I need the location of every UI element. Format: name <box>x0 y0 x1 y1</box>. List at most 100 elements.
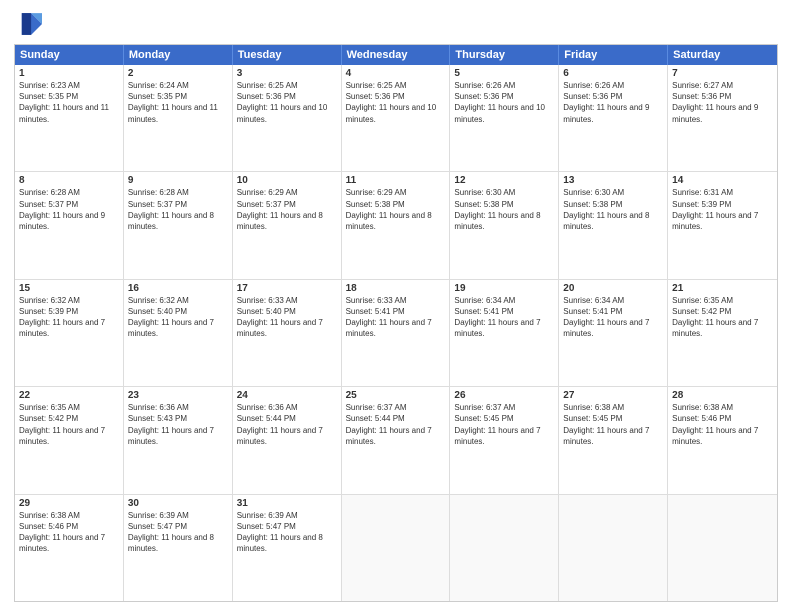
cell-info: Sunrise: 6:34 AMSunset: 5:41 PMDaylight:… <box>454 295 554 340</box>
calendar-cell: 19Sunrise: 6:34 AMSunset: 5:41 PMDayligh… <box>450 280 559 386</box>
calendar-row: 8Sunrise: 6:28 AMSunset: 5:37 PMDaylight… <box>15 172 777 279</box>
day-number: 15 <box>19 283 119 294</box>
calendar-row: 15Sunrise: 6:32 AMSunset: 5:39 PMDayligh… <box>15 280 777 387</box>
cell-info: Sunrise: 6:37 AMSunset: 5:45 PMDaylight:… <box>454 402 554 447</box>
header-tuesday: Tuesday <box>233 45 342 65</box>
cell-info: Sunrise: 6:35 AMSunset: 5:42 PMDaylight:… <box>19 402 119 447</box>
day-number: 6 <box>563 68 663 79</box>
calendar-cell: 13Sunrise: 6:30 AMSunset: 5:38 PMDayligh… <box>559 172 668 278</box>
day-number: 7 <box>672 68 773 79</box>
cell-info: Sunrise: 6:36 AMSunset: 5:44 PMDaylight:… <box>237 402 337 447</box>
day-number: 23 <box>128 390 228 401</box>
day-number: 28 <box>672 390 773 401</box>
calendar-row: 22Sunrise: 6:35 AMSunset: 5:42 PMDayligh… <box>15 387 777 494</box>
cell-info: Sunrise: 6:32 AMSunset: 5:39 PMDaylight:… <box>19 295 119 340</box>
header-saturday: Saturday <box>668 45 777 65</box>
header-monday: Monday <box>124 45 233 65</box>
cell-info: Sunrise: 6:29 AMSunset: 5:38 PMDaylight:… <box>346 187 446 232</box>
cell-info: Sunrise: 6:28 AMSunset: 5:37 PMDaylight:… <box>128 187 228 232</box>
cell-info: Sunrise: 6:30 AMSunset: 5:38 PMDaylight:… <box>454 187 554 232</box>
calendar-cell: 28Sunrise: 6:38 AMSunset: 5:46 PMDayligh… <box>668 387 777 493</box>
header-friday: Friday <box>559 45 668 65</box>
calendar-cell: 16Sunrise: 6:32 AMSunset: 5:40 PMDayligh… <box>124 280 233 386</box>
logo <box>14 10 46 38</box>
day-number: 13 <box>563 175 663 186</box>
calendar-cell: 18Sunrise: 6:33 AMSunset: 5:41 PMDayligh… <box>342 280 451 386</box>
calendar-row: 29Sunrise: 6:38 AMSunset: 5:46 PMDayligh… <box>15 495 777 601</box>
calendar-cell: 1Sunrise: 6:23 AMSunset: 5:35 PMDaylight… <box>15 65 124 171</box>
calendar-cell: 11Sunrise: 6:29 AMSunset: 5:38 PMDayligh… <box>342 172 451 278</box>
calendar-cell: 7Sunrise: 6:27 AMSunset: 5:36 PMDaylight… <box>668 65 777 171</box>
day-number: 14 <box>672 175 773 186</box>
calendar-cell: 8Sunrise: 6:28 AMSunset: 5:37 PMDaylight… <box>15 172 124 278</box>
calendar-header: Sunday Monday Tuesday Wednesday Thursday… <box>15 45 777 65</box>
calendar-cell: 27Sunrise: 6:38 AMSunset: 5:45 PMDayligh… <box>559 387 668 493</box>
calendar-cell: 17Sunrise: 6:33 AMSunset: 5:40 PMDayligh… <box>233 280 342 386</box>
calendar-cell: 21Sunrise: 6:35 AMSunset: 5:42 PMDayligh… <box>668 280 777 386</box>
calendar-cell <box>668 495 777 601</box>
header <box>14 10 778 38</box>
calendar-cell <box>450 495 559 601</box>
cell-info: Sunrise: 6:38 AMSunset: 5:46 PMDaylight:… <box>19 510 119 555</box>
calendar-cell: 15Sunrise: 6:32 AMSunset: 5:39 PMDayligh… <box>15 280 124 386</box>
logo-icon <box>14 10 42 38</box>
header-thursday: Thursday <box>450 45 559 65</box>
cell-info: Sunrise: 6:25 AMSunset: 5:36 PMDaylight:… <box>237 80 337 125</box>
day-number: 4 <box>346 68 446 79</box>
day-number: 17 <box>237 283 337 294</box>
day-number: 3 <box>237 68 337 79</box>
day-number: 11 <box>346 175 446 186</box>
cell-info: Sunrise: 6:33 AMSunset: 5:41 PMDaylight:… <box>346 295 446 340</box>
calendar-cell <box>559 495 668 601</box>
calendar-body: 1Sunrise: 6:23 AMSunset: 5:35 PMDaylight… <box>15 65 777 601</box>
cell-info: Sunrise: 6:39 AMSunset: 5:47 PMDaylight:… <box>237 510 337 555</box>
day-number: 18 <box>346 283 446 294</box>
day-number: 2 <box>128 68 228 79</box>
cell-info: Sunrise: 6:32 AMSunset: 5:40 PMDaylight:… <box>128 295 228 340</box>
calendar: Sunday Monday Tuesday Wednesday Thursday… <box>14 44 778 602</box>
calendar-cell: 22Sunrise: 6:35 AMSunset: 5:42 PMDayligh… <box>15 387 124 493</box>
cell-info: Sunrise: 6:26 AMSunset: 5:36 PMDaylight:… <box>454 80 554 125</box>
day-number: 1 <box>19 68 119 79</box>
day-number: 10 <box>237 175 337 186</box>
header-wednesday: Wednesday <box>342 45 451 65</box>
calendar-cell: 6Sunrise: 6:26 AMSunset: 5:36 PMDaylight… <box>559 65 668 171</box>
cell-info: Sunrise: 6:39 AMSunset: 5:47 PMDaylight:… <box>128 510 228 555</box>
day-number: 19 <box>454 283 554 294</box>
cell-info: Sunrise: 6:37 AMSunset: 5:44 PMDaylight:… <box>346 402 446 447</box>
cell-info: Sunrise: 6:25 AMSunset: 5:36 PMDaylight:… <box>346 80 446 125</box>
day-number: 29 <box>19 498 119 509</box>
cell-info: Sunrise: 6:30 AMSunset: 5:38 PMDaylight:… <box>563 187 663 232</box>
cell-info: Sunrise: 6:28 AMSunset: 5:37 PMDaylight:… <box>19 187 119 232</box>
calendar-cell: 26Sunrise: 6:37 AMSunset: 5:45 PMDayligh… <box>450 387 559 493</box>
cell-info: Sunrise: 6:38 AMSunset: 5:46 PMDaylight:… <box>672 402 773 447</box>
day-number: 21 <box>672 283 773 294</box>
day-number: 30 <box>128 498 228 509</box>
calendar-cell: 10Sunrise: 6:29 AMSunset: 5:37 PMDayligh… <box>233 172 342 278</box>
calendar-cell: 2Sunrise: 6:24 AMSunset: 5:35 PMDaylight… <box>124 65 233 171</box>
cell-info: Sunrise: 6:23 AMSunset: 5:35 PMDaylight:… <box>19 80 119 125</box>
calendar-cell: 29Sunrise: 6:38 AMSunset: 5:46 PMDayligh… <box>15 495 124 601</box>
calendar-cell: 30Sunrise: 6:39 AMSunset: 5:47 PMDayligh… <box>124 495 233 601</box>
cell-info: Sunrise: 6:33 AMSunset: 5:40 PMDaylight:… <box>237 295 337 340</box>
day-number: 20 <box>563 283 663 294</box>
day-number: 5 <box>454 68 554 79</box>
cell-info: Sunrise: 6:26 AMSunset: 5:36 PMDaylight:… <box>563 80 663 125</box>
calendar-cell: 4Sunrise: 6:25 AMSunset: 5:36 PMDaylight… <box>342 65 451 171</box>
day-number: 25 <box>346 390 446 401</box>
cell-info: Sunrise: 6:35 AMSunset: 5:42 PMDaylight:… <box>672 295 773 340</box>
day-number: 31 <box>237 498 337 509</box>
calendar-cell: 23Sunrise: 6:36 AMSunset: 5:43 PMDayligh… <box>124 387 233 493</box>
cell-info: Sunrise: 6:34 AMSunset: 5:41 PMDaylight:… <box>563 295 663 340</box>
header-sunday: Sunday <box>15 45 124 65</box>
day-number: 8 <box>19 175 119 186</box>
cell-info: Sunrise: 6:31 AMSunset: 5:39 PMDaylight:… <box>672 187 773 232</box>
calendar-cell: 12Sunrise: 6:30 AMSunset: 5:38 PMDayligh… <box>450 172 559 278</box>
day-number: 24 <box>237 390 337 401</box>
day-number: 26 <box>454 390 554 401</box>
calendar-cell: 24Sunrise: 6:36 AMSunset: 5:44 PMDayligh… <box>233 387 342 493</box>
calendar-cell: 3Sunrise: 6:25 AMSunset: 5:36 PMDaylight… <box>233 65 342 171</box>
calendar-cell: 31Sunrise: 6:39 AMSunset: 5:47 PMDayligh… <box>233 495 342 601</box>
cell-info: Sunrise: 6:38 AMSunset: 5:45 PMDaylight:… <box>563 402 663 447</box>
calendar-row: 1Sunrise: 6:23 AMSunset: 5:35 PMDaylight… <box>15 65 777 172</box>
